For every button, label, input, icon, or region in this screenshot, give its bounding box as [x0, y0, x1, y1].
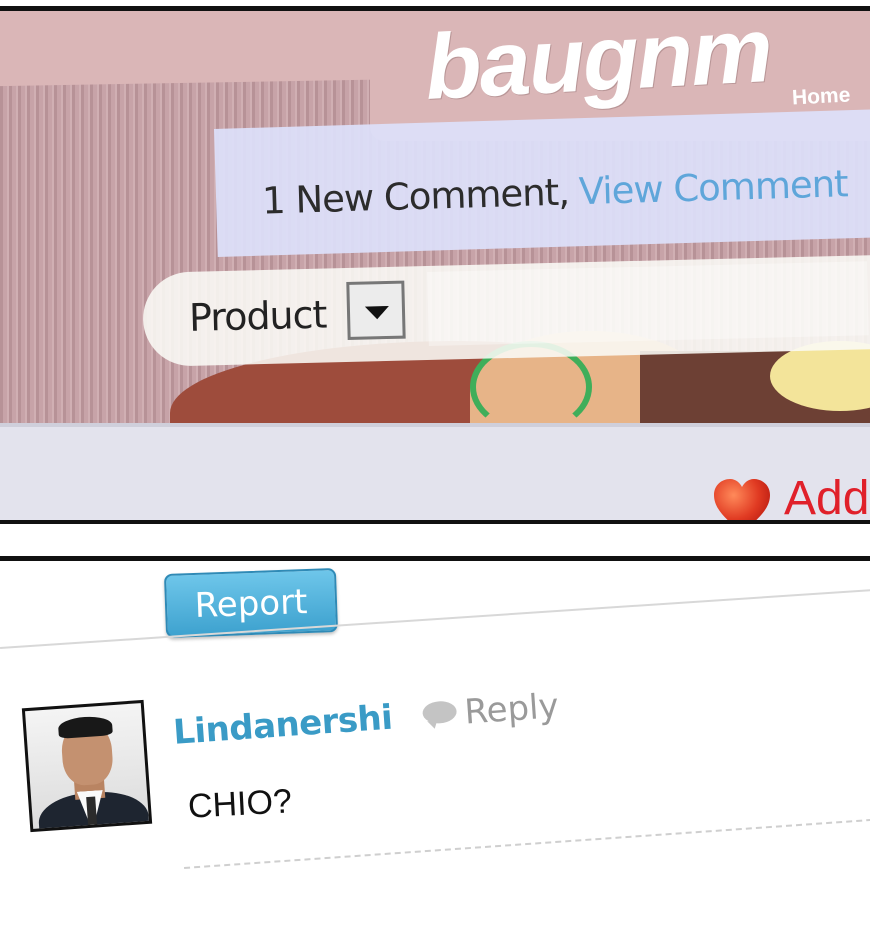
- speech-bubble-icon: [421, 700, 458, 725]
- search-input[interactable]: [427, 261, 869, 347]
- comment-username[interactable]: Lindanershi: [172, 698, 394, 753]
- category-dropdown-button[interactable]: [346, 280, 406, 340]
- notification-text: 1 New Comment,: [261, 170, 570, 223]
- comment-separator: [184, 816, 870, 869]
- site-logo[interactable]: baugnm: [423, 11, 774, 119]
- notification-line: 1 New Comment, View Comment: [262, 162, 849, 222]
- home-link[interactable]: Home: [791, 83, 851, 110]
- category-select-value[interactable]: Product: [189, 293, 327, 340]
- caret-down-icon: [364, 305, 390, 320]
- heart-icon: [714, 479, 770, 520]
- header-tab-strip: [0, 11, 381, 87]
- reply-button[interactable]: Reply: [421, 686, 560, 735]
- comment-body: CHIO?: [187, 782, 293, 826]
- avatar-hair: [57, 715, 113, 739]
- new-comment-notification: 1 New Comment, View Comment: [214, 108, 870, 257]
- add-favorite-label: Add: [784, 472, 870, 524]
- search-filter-bar: Product: [142, 254, 870, 367]
- avatar[interactable]: [21, 699, 153, 833]
- site-header-panel: baugnm Home 1 New Comment, View Comment P…: [0, 6, 870, 524]
- comments-panel: Report Lindanershi Reply CHIO?: [0, 556, 870, 932]
- section-divider: [0, 587, 870, 649]
- comment-header: Lindanershi Reply: [172, 686, 560, 753]
- reply-label: Reply: [463, 686, 560, 733]
- view-comment-link[interactable]: View Comment: [578, 162, 848, 213]
